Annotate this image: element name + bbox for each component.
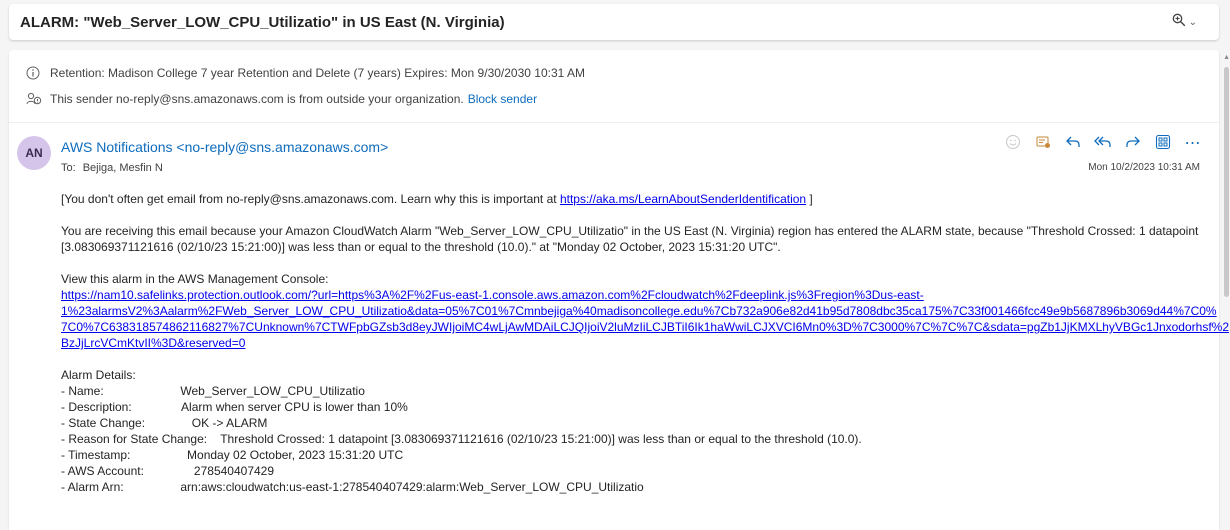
- to-label: To:: [61, 162, 76, 174]
- details-title: Alarm Details:: [61, 368, 136, 382]
- subject-bar: ALARM: "Web_Server_LOW_CPU_Utilizatio" i…: [9, 4, 1219, 40]
- alarm-summary-line-1: You are receiving this email because you…: [61, 224, 1199, 238]
- sender-warning-paragraph: [You don't often get email from no-reply…: [61, 191, 1201, 207]
- reply-all-button[interactable]: [1093, 134, 1113, 154]
- reply-all-icon: [1094, 134, 1112, 155]
- detail-reason: - Reason for State Change: Threshold Cro…: [61, 432, 862, 446]
- scrollbar[interactable]: ▲: [1222, 50, 1230, 520]
- info-banner: Retention: Madison College 7 year Retent…: [9, 50, 1219, 123]
- detail-description: - Description: Alarm when server CPU is …: [61, 400, 408, 414]
- zoom-button[interactable]: ⌄: [1172, 13, 1197, 32]
- emoji-icon: [1005, 134, 1021, 155]
- sender-name[interactable]: AWS Notifications <no-reply@sns.amazonaw…: [61, 139, 388, 155]
- external-people-icon: [26, 92, 44, 106]
- forward-icon: [1125, 134, 1141, 155]
- detail-aws-account: - AWS Account: 278540407429: [61, 464, 275, 478]
- message-body: [You don't often get email from no-reply…: [61, 191, 1229, 511]
- console-url-line[interactable]: BzJjLrcVCmKtvII%3D&reserved=0: [61, 335, 1201, 351]
- console-url-line[interactable]: https://nam10.safelinks.protection.outlo…: [61, 287, 1201, 303]
- emoji-button[interactable]: [1003, 134, 1023, 154]
- reply-icon: [1065, 134, 1081, 155]
- scroll-thumb[interactable]: [1224, 67, 1229, 297]
- apps-button[interactable]: [1153, 134, 1173, 154]
- detail-state-change: - State Change: OK -> ALARM: [61, 416, 268, 430]
- detail-timestamp: - Timestamp: Monday 02 October, 2023 15:…: [61, 448, 404, 462]
- received-date: Mon 10/2/2023 10:31 AM: [1088, 162, 1200, 173]
- info-icon: [26, 66, 44, 80]
- message-actions: ⋯: [1003, 134, 1203, 154]
- more-actions-button[interactable]: ⋯: [1183, 134, 1203, 154]
- sender-warning-end: ]: [806, 192, 813, 206]
- retention-text: Retention: Madison College 7 year Retent…: [50, 66, 585, 80]
- zoom-icon: [1172, 13, 1186, 32]
- apps-action-button[interactable]: [1033, 134, 1053, 154]
- detail-name: - Name: Web_Server_LOW_CPU_Utilizatio: [61, 384, 365, 398]
- recipients: To: Bejiga, Mesfin N: [61, 162, 163, 174]
- detail-alarm-arn: - Alarm Arn: arn:aws:cloudwatch:us-east-…: [61, 480, 644, 494]
- outside-sender-text: This sender no-reply@sns.amazonaws.com i…: [50, 92, 464, 106]
- forward-button[interactable]: [1123, 134, 1143, 154]
- email-subject: ALARM: "Web_Server_LOW_CPU_Utilizatio" i…: [20, 14, 505, 31]
- reply-button[interactable]: [1063, 134, 1083, 154]
- scroll-up-icon[interactable]: ▲: [1223, 54, 1230, 61]
- message-extension-icon: [1035, 134, 1051, 155]
- sender-warning-text: [You don't often get email from no-reply…: [61, 192, 560, 206]
- chevron-down-icon: ⌄: [1188, 17, 1197, 28]
- console-url-line[interactable]: 7C0%7C638318574862116827%7CUnknown%7CTWF…: [61, 319, 1229, 335]
- console-link-paragraph: View this alarm in the AWS Management Co…: [61, 271, 1229, 351]
- alarm-summary-paragraph: You are receiving this email because you…: [61, 223, 1201, 255]
- retention-row: Retention: Madison College 7 year Retent…: [26, 66, 585, 80]
- outside-sender-row: This sender no-reply@sns.amazonaws.com i…: [26, 92, 537, 106]
- reading-pane: Retention: Madison College 7 year Retent…: [9, 50, 1229, 530]
- console-url-line[interactable]: 1%23alarmsV2%3Aalarm%2FWeb_Server_LOW_CP…: [61, 303, 1217, 319]
- learn-more-link[interactable]: https://aka.ms/LearnAboutSenderIdentific…: [560, 192, 806, 206]
- alarm-details: Alarm Details: - Name: Web_Server_LOW_CP…: [61, 367, 1201, 495]
- block-sender-link[interactable]: Block sender: [468, 92, 537, 106]
- recipient-name[interactable]: Bejiga, Mesfin N: [83, 162, 163, 174]
- avatar[interactable]: AN: [17, 136, 51, 170]
- alarm-summary-line-2: [3.083069371121616 (02/10/23 15:21:00)] …: [61, 240, 781, 254]
- console-link-label: View this alarm in the AWS Management Co…: [61, 272, 329, 286]
- apps-icon: [1155, 134, 1171, 155]
- more-icon: ⋯: [1184, 135, 1202, 152]
